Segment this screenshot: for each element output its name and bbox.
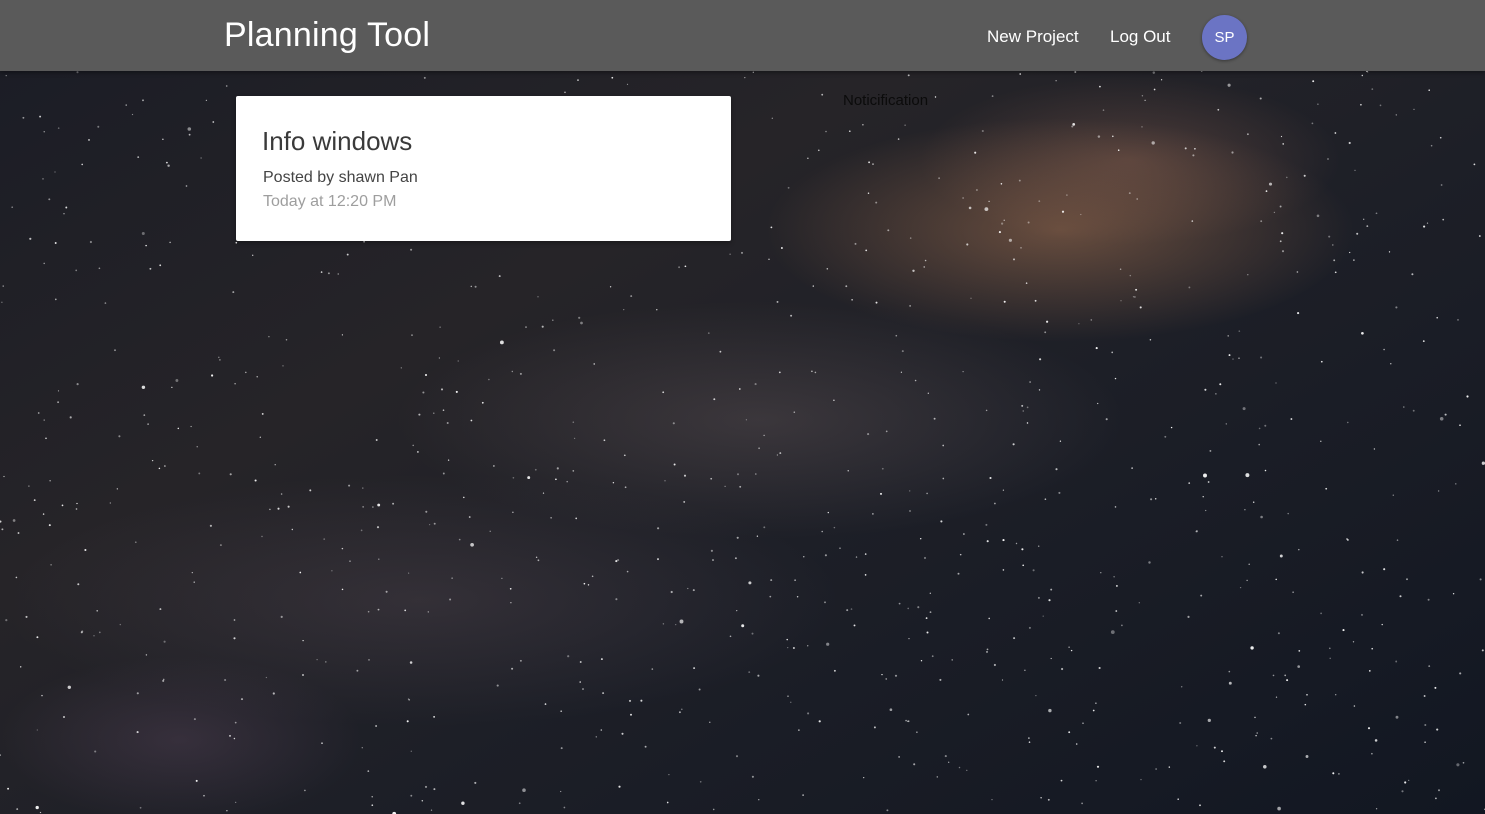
project-card[interactable]: Info windows Posted by shawn Pan Today a… [236, 96, 731, 241]
top-navbar: Planning Tool New Project Log Out SP [0, 0, 1485, 71]
project-title[interactable]: Info windows [262, 126, 412, 157]
star-field [0, 70, 1485, 814]
log-out-link[interactable]: Log Out [1110, 27, 1171, 47]
user-avatar[interactable]: SP [1202, 15, 1247, 60]
new-project-link[interactable]: New Project [987, 27, 1079, 47]
project-author: Posted by shawn Pan [263, 169, 418, 186]
notifications-heading: Noticification [843, 92, 929, 109]
project-timestamp: Today at 12:20 PM [263, 193, 397, 210]
brand-logo[interactable]: Planning Tool [224, 16, 430, 55]
